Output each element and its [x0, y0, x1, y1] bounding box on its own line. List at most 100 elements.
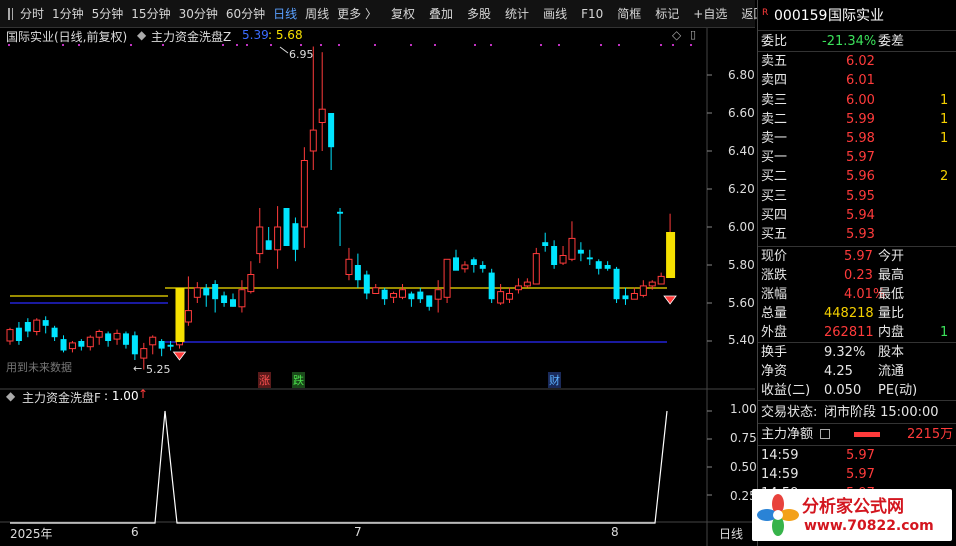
diamond-icon[interactable]: ◇ [672, 28, 681, 42]
divider [758, 400, 956, 401]
buy-level-row: 买四 5.94 [758, 206, 956, 225]
signal-dot [672, 44, 674, 46]
sell-volume: 1 [940, 111, 949, 127]
sell-price: 5.99 [846, 111, 875, 127]
candle-body [523, 281, 531, 287]
list-icon[interactable] [820, 429, 830, 439]
panel-toggle-icon[interactable] [8, 7, 13, 20]
watermark: 分析家公式网 www.70822.com [752, 489, 952, 541]
candle-body [292, 223, 299, 250]
event-mark-up[interactable]: 涨 [258, 372, 271, 388]
add-watchlist-button[interactable]: +自选 [689, 0, 731, 28]
sell-level-label: 卖四 [761, 73, 788, 89]
simple-frame-button[interactable]: 简框 [613, 0, 645, 28]
candle-body [15, 327, 22, 341]
buy-level-row: 买一 5.97 [758, 148, 956, 167]
candle-body [639, 285, 647, 296]
sell-level-label: 卖二 [761, 111, 788, 127]
candle-body [221, 295, 228, 303]
statistics-button[interactable]: 统计 [501, 0, 533, 28]
period-tab-more[interactable]: 更多 〉 [333, 0, 381, 28]
stat-label: 涨幅 [761, 287, 788, 302]
date-label-month: 8 [611, 525, 619, 539]
signal-dot [558, 44, 560, 46]
signal-dot [474, 44, 476, 46]
stat-label: 现价 [761, 249, 788, 264]
buy-price: 5.96 [846, 169, 875, 185]
period-tab-fenshi[interactable]: 分时 [16, 0, 48, 28]
buy-level-label: 买一 [761, 150, 788, 165]
candle-body [559, 255, 567, 264]
price-tick: 5.60 [728, 296, 755, 310]
candle-body [42, 320, 49, 326]
candle-body [613, 268, 620, 300]
buy-volume: 2 [940, 169, 949, 185]
candle-body [300, 160, 308, 228]
draw-line-button[interactable]: 画线 [539, 0, 571, 28]
candle-body [363, 274, 370, 294]
candle-body [470, 259, 477, 265]
overlay-button[interactable]: 叠加 [425, 0, 457, 28]
period-tab-daily[interactable]: 日线 [269, 0, 301, 28]
price-tick: 6.80 [728, 68, 755, 82]
stat-row: 外盘 262811 内盘 1 [758, 323, 956, 342]
watermark-url: www.70822.com [804, 518, 934, 534]
candle-body [193, 287, 201, 298]
buy-level-label: 买五 [761, 227, 788, 243]
candle-body [328, 113, 335, 148]
up-arrow-icon: ↑ [138, 387, 149, 401]
fuquan-button[interactable]: 复权 [387, 0, 419, 28]
candle-body [381, 289, 388, 300]
period-tab-30min[interactable]: 30分钟 [175, 0, 222, 28]
signal-dot [320, 44, 322, 46]
app-window: 分时 1分钟 5分钟 15分钟 30分钟 60分钟 日线 周线 更多 〉 复权 … [0, 0, 956, 546]
period-tab-weekly[interactable]: 周线 [301, 0, 333, 28]
sub-indicator-title[interactable]: 主力资金洗盘F [22, 389, 101, 406]
kline-canvas[interactable] [0, 28, 755, 546]
kline-chart-area[interactable]: 国际实业(日线,前复权) ◆ 主力资金洗盘Z 5.39 : 5.68 ◇ ▯ 6… [0, 28, 757, 546]
candle-body [551, 246, 558, 265]
date-label-month: 6 [131, 525, 139, 539]
signal-dot [618, 44, 620, 46]
date-label-month: 7 [354, 525, 362, 539]
candle-body [345, 258, 353, 276]
sell-price: 6.00 [846, 92, 875, 108]
buy-level-label: 买四 [761, 207, 788, 223]
scroll-icon[interactable]: ▯ [690, 28, 696, 41]
candle-body [95, 331, 103, 338]
trade-state-value: 闭市阶段 15:00:00 [824, 405, 939, 420]
signal-dot [300, 44, 302, 46]
stat-value-2: 1 [940, 325, 949, 340]
candle-body [203, 287, 210, 296]
multi-stock-button[interactable]: 多股 [463, 0, 495, 28]
stat-row: 净资 4.25 流通 [758, 362, 956, 381]
candle-body [497, 291, 505, 304]
mark-button[interactable]: 标记 [651, 0, 683, 28]
signal-dot [540, 44, 542, 46]
period-tab-60min[interactable]: 60分钟 [222, 0, 269, 28]
event-mark-down[interactable]: 跌 [292, 372, 305, 388]
indicator-title[interactable]: 主力资金洗盘Z [151, 28, 231, 45]
stat-label-2: 最高 [878, 268, 905, 283]
candle-body [274, 226, 282, 251]
tick-price: 5.97 [846, 448, 875, 463]
candle-body [283, 208, 290, 246]
indicator-value-2: : 5.68 [268, 28, 303, 42]
price-tick: 5.80 [728, 258, 755, 272]
netflow-bar [854, 432, 880, 437]
f10-button[interactable]: F10 [577, 0, 607, 28]
candle-body [657, 275, 665, 285]
period-tab-15min[interactable]: 15分钟 [127, 0, 174, 28]
sub-indicator-line [10, 410, 668, 524]
stat-label: 收益(二) [761, 383, 811, 398]
sell-level-label: 卖三 [761, 92, 788, 108]
stock-name: 国际实业 [828, 8, 884, 24]
period-tab-1min[interactable]: 1分钟 [48, 0, 88, 28]
sell-level-row: 卖三 6.00 1 [758, 91, 956, 110]
sell-level-row: 卖一 5.98 1 [758, 129, 956, 148]
candle-body [256, 226, 264, 255]
date-label-year: 2025年 [10, 527, 53, 541]
period-tab-5min[interactable]: 5分钟 [88, 0, 128, 28]
event-mark-finance[interactable]: 财 [548, 372, 561, 388]
signal-dot [434, 44, 436, 46]
